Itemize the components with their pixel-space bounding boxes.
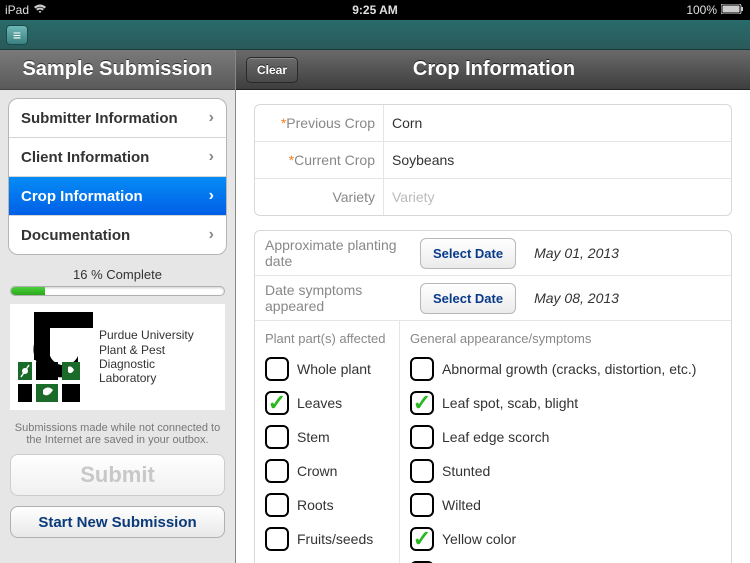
variety-input[interactable]: Variety bbox=[383, 179, 731, 215]
content-title: Crop Information bbox=[248, 58, 740, 81]
nav-label: Client Information bbox=[21, 149, 149, 166]
part-row: Crown bbox=[265, 454, 389, 488]
prev-crop-label: *Previous Crop bbox=[255, 105, 383, 141]
nav-crop[interactable]: Crop Information › bbox=[9, 177, 226, 216]
select-planting-date-button[interactable]: Select Date bbox=[420, 238, 516, 269]
checklist-columns: Plant part(s) affected Whole plant Leaves… bbox=[254, 321, 732, 563]
form-area: *Previous Crop Corn *Current Crop Soybea… bbox=[236, 90, 750, 563]
device-label: iPad bbox=[5, 3, 29, 17]
symptom-checkbox[interactable] bbox=[410, 425, 434, 449]
part-row: Leaves bbox=[265, 386, 389, 420]
plant-parts-column: Plant part(s) affected Whole plant Leaves… bbox=[255, 321, 400, 563]
part-checkbox[interactable] bbox=[265, 425, 289, 449]
wifi-icon bbox=[33, 3, 47, 17]
part-checkbox[interactable] bbox=[265, 459, 289, 483]
symptoms-header: General appearance/symptoms bbox=[410, 327, 721, 352]
symptom-checkbox[interactable] bbox=[410, 357, 434, 381]
part-row: Stem bbox=[265, 420, 389, 454]
row-symptom-date: Date symptoms appeared Select Date May 0… bbox=[255, 276, 731, 321]
battery-label: 100% bbox=[686, 3, 717, 17]
cur-crop-label: *Current Crop bbox=[255, 142, 383, 178]
nav-documentation[interactable]: Documentation › bbox=[9, 216, 226, 254]
symptom-label: Yellow color bbox=[442, 531, 516, 547]
row-planting-date: Approximate planting date Select Date Ma… bbox=[255, 231, 731, 276]
symptom-checkbox[interactable] bbox=[410, 493, 434, 517]
content-pane: Clear Crop Information *Previous Crop Co… bbox=[235, 50, 750, 563]
sidebar-title: Sample Submission bbox=[0, 50, 235, 90]
chevron-right-icon: › bbox=[209, 148, 214, 166]
symptom-label: Wilted bbox=[442, 497, 481, 513]
symptoms-column: General appearance/symptoms Abnormal gro… bbox=[400, 321, 731, 563]
symptom-label: Abnormal growth (cracks, distortion, etc… bbox=[442, 361, 696, 377]
planting-date-label: Approximate planting date bbox=[265, 237, 420, 269]
progress-bar bbox=[10, 286, 225, 296]
symptom-row: Leaf edge scorch bbox=[410, 420, 721, 454]
org-logo: Purdue University Plant & Pest Diagnosti… bbox=[10, 304, 225, 410]
symptom-date-label: Date symptoms appeared bbox=[265, 282, 420, 314]
part-label: Fruits/seeds bbox=[297, 531, 373, 547]
symptom-row: Wilted bbox=[410, 488, 721, 522]
nav-client[interactable]: Client Information › bbox=[9, 138, 226, 177]
progress-label: 16 % Complete bbox=[0, 267, 235, 282]
part-row: Fruits/seeds bbox=[265, 522, 389, 556]
sidebar: Sample Submission Submitter Information … bbox=[0, 50, 235, 563]
status-time: 9:25 AM bbox=[252, 3, 499, 17]
chevron-right-icon: › bbox=[209, 109, 214, 127]
part-label: Roots bbox=[297, 497, 334, 513]
part-label: Whole plant bbox=[297, 361, 371, 377]
logo-text: Purdue University Plant & Pest Diagnosti… bbox=[99, 328, 194, 386]
symptom-row: Abnormal growth (cracks, distortion, etc… bbox=[410, 352, 721, 386]
part-label: Leaves bbox=[297, 395, 342, 411]
part-label: Stem bbox=[297, 429, 330, 445]
symptom-row: Leaf spot, scab, blight bbox=[410, 386, 721, 420]
hamburger-icon: ≡ bbox=[13, 28, 21, 42]
row-current-crop: *Current Crop Soybeans bbox=[255, 142, 731, 179]
part-checkbox[interactable] bbox=[265, 357, 289, 381]
symptom-label: Stunted bbox=[442, 463, 490, 479]
row-variety: Variety Variety bbox=[255, 179, 731, 215]
date-fields: Approximate planting date Select Date Ma… bbox=[254, 230, 732, 321]
cur-crop-input[interactable]: Soybeans bbox=[383, 142, 731, 178]
symptom-checkbox[interactable] bbox=[410, 459, 434, 483]
start-new-button[interactable]: Start New Submission bbox=[10, 506, 225, 538]
crop-fields: *Previous Crop Corn *Current Crop Soybea… bbox=[254, 104, 732, 216]
nav-label: Crop Information bbox=[21, 188, 143, 205]
variety-label: Variety bbox=[255, 179, 383, 215]
symptom-row: Stunted bbox=[410, 454, 721, 488]
planting-date-value: May 01, 2013 bbox=[534, 245, 619, 261]
symptom-label: Leaf spot, scab, blight bbox=[442, 395, 578, 411]
progress-fill bbox=[11, 287, 45, 295]
chevron-right-icon: › bbox=[209, 226, 214, 244]
nav-label: Submitter Information bbox=[21, 110, 178, 127]
part-label: Crown bbox=[297, 463, 337, 479]
symptom-checkbox[interactable] bbox=[410, 527, 434, 551]
prev-crop-input[interactable]: Corn bbox=[383, 105, 731, 141]
symptom-row: Yellow color bbox=[410, 522, 721, 556]
status-bar: iPad 9:25 AM 100% bbox=[0, 0, 750, 20]
parts-header: Plant part(s) affected bbox=[265, 327, 389, 352]
symptom-date-value: May 08, 2013 bbox=[534, 290, 619, 306]
part-checkbox[interactable] bbox=[265, 391, 289, 415]
menu-button[interactable]: ≡ bbox=[6, 25, 28, 45]
part-row: Roots bbox=[265, 488, 389, 522]
top-bar: ≡ bbox=[0, 20, 750, 50]
nav-label: Documentation bbox=[21, 227, 130, 244]
nav-list: Submitter Information › Client Informati… bbox=[8, 98, 227, 255]
part-checkbox[interactable] bbox=[265, 493, 289, 517]
symptom-row: Abnormal color (other than yellow) bbox=[410, 556, 721, 563]
symptom-checkbox[interactable] bbox=[410, 391, 434, 415]
part-checkbox[interactable] bbox=[265, 527, 289, 551]
symptom-label: Leaf edge scorch bbox=[442, 429, 549, 445]
logo-graphic bbox=[18, 312, 93, 402]
chevron-right-icon: › bbox=[209, 187, 214, 205]
battery-icon bbox=[721, 3, 745, 17]
nav-submitter[interactable]: Submitter Information › bbox=[9, 99, 226, 138]
part-row: Whole plant bbox=[265, 352, 389, 386]
row-previous-crop: *Previous Crop Corn bbox=[255, 105, 731, 142]
outbox-note: Submissions made while not connected to … bbox=[0, 418, 235, 450]
content-header: Clear Crop Information bbox=[236, 50, 750, 90]
select-symptom-date-button[interactable]: Select Date bbox=[420, 283, 516, 314]
submit-button[interactable]: Submit bbox=[10, 454, 225, 496]
